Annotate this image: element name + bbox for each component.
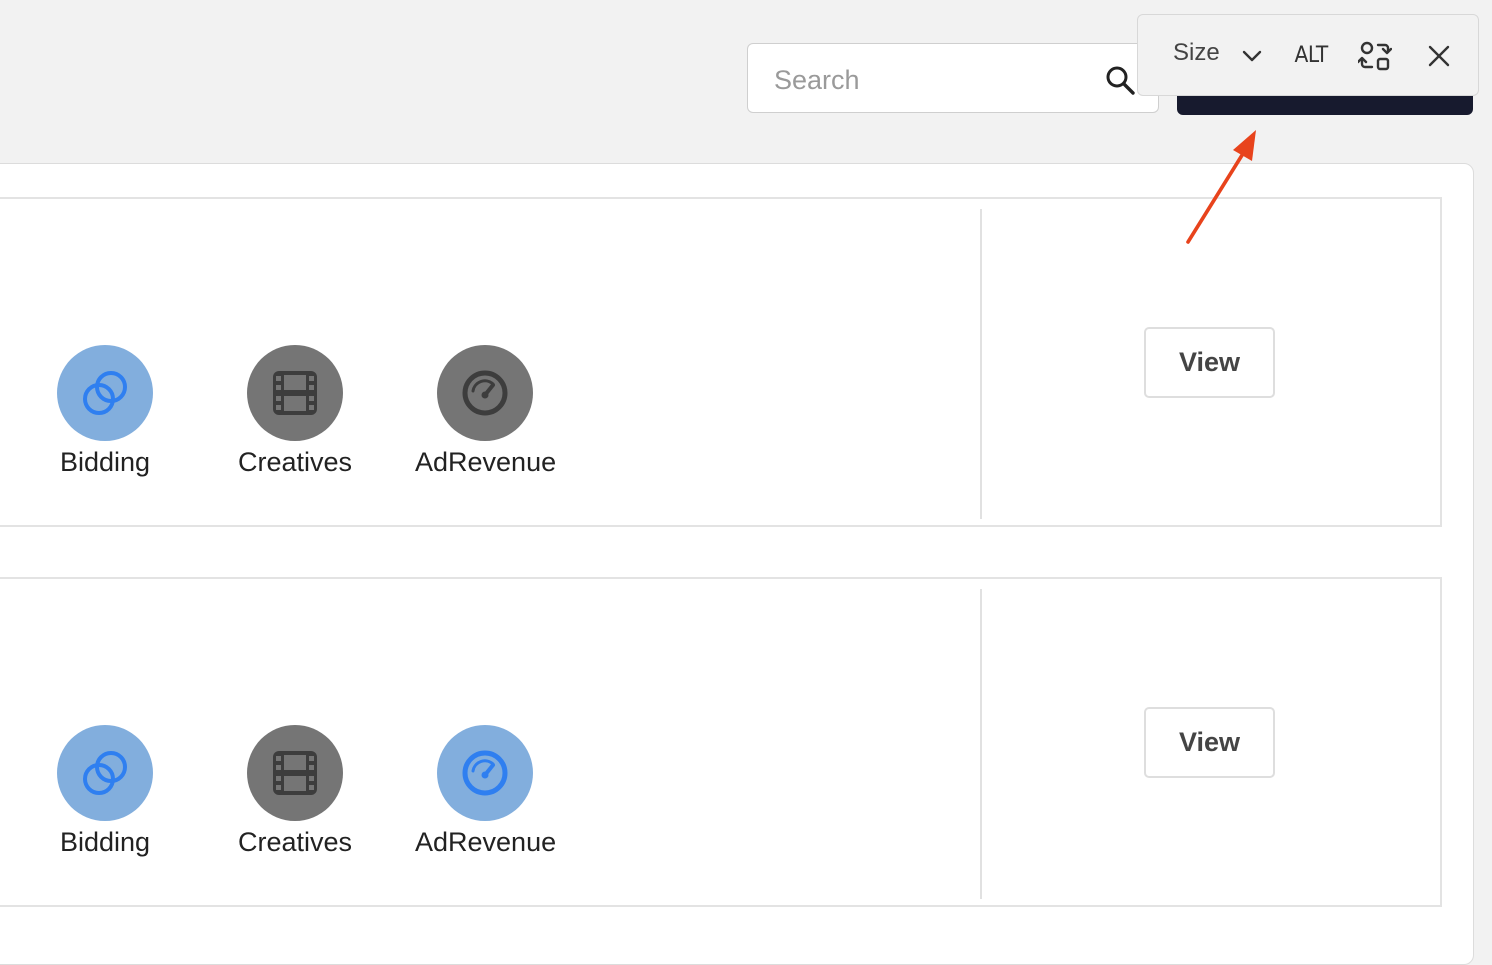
speedometer-icon [462,370,508,416]
search-icon[interactable] [1104,64,1136,96]
module-label: AdRevenue [415,447,557,477]
creatives-badge [247,725,343,821]
module-creatives[interactable]: Creatives [225,725,365,865]
bidding-badge [57,345,153,441]
search-input[interactable] [772,62,1106,98]
close-icon[interactable] [1425,42,1453,70]
film-icon [273,751,317,795]
module-adrevenue[interactable]: AdRevenue [415,725,557,865]
module-bidding[interactable]: Bidding [35,725,175,865]
overlapping-circles-icon [83,751,127,795]
module-label: Creatives [237,827,353,857]
integration-card: Bidding Creatives AdRevenue View [0,577,1442,907]
search-box[interactable] [747,43,1159,113]
film-icon [273,371,317,415]
module-label: Creatives [237,447,353,477]
speedometer-icon [462,750,508,796]
divider [980,589,982,899]
module-creatives[interactable]: Creatives [225,345,365,485]
view-button[interactable]: View [1144,707,1275,778]
overlapping-circles-icon [83,371,127,415]
creatives-badge [247,345,343,441]
module-bidding[interactable]: Bidding [35,345,175,485]
divider [980,209,982,519]
module-label: Bidding [59,827,151,857]
bidding-badge [57,725,153,821]
size-label[interactable]: Size [1173,39,1220,67]
module-adrevenue[interactable]: AdRevenue [415,345,557,485]
annotation-arrow-icon [1186,130,1256,244]
chevron-down-icon[interactable] [1239,43,1265,69]
alt-text-button[interactable]: ALT [1294,43,1328,68]
adrevenue-badge [437,345,533,441]
module-label: Bidding [59,447,151,477]
module-label: AdRevenue [415,827,557,857]
replace-icon[interactable] [1358,39,1392,73]
view-button[interactable]: View [1144,327,1275,398]
image-toolbar: Size ALT [1137,14,1479,96]
adrevenue-badge [437,725,533,821]
